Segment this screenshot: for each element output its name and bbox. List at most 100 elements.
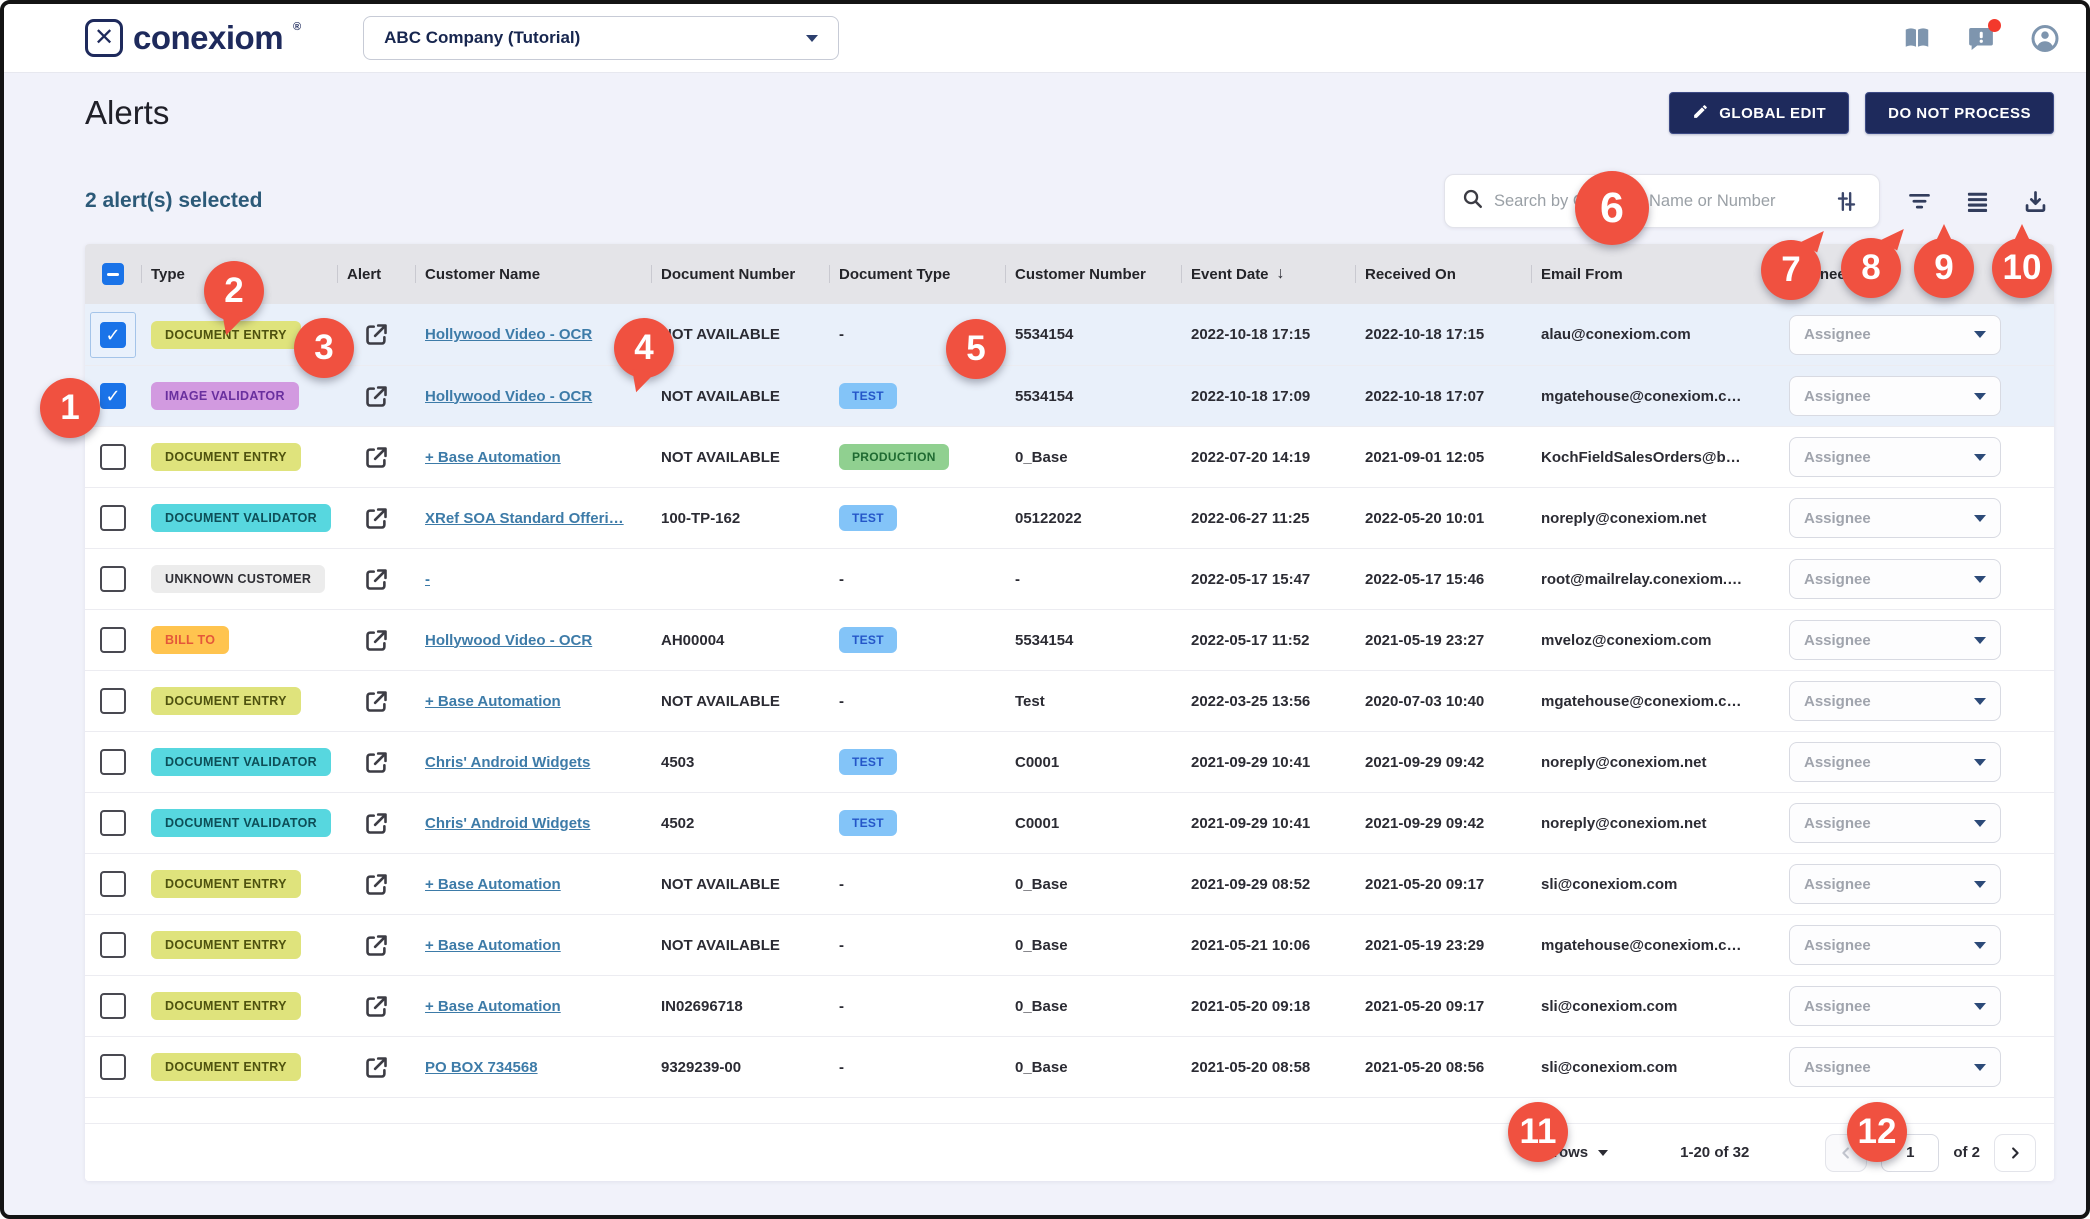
row-checkbox[interactable] [100,932,126,958]
chevron-down-icon [1598,1150,1608,1156]
type-cell: DOCUMENT ENTRY [141,992,337,1020]
open-alert-icon[interactable] [361,564,391,594]
open-alert-icon[interactable] [361,686,391,716]
global-edit-button[interactable]: GLOBAL EDIT [1669,92,1849,134]
column-header-email-from[interactable]: Email From [1531,266,1769,283]
column-header-document-number[interactable]: Document Number [651,266,829,283]
open-alert-icon[interactable] [361,930,391,960]
row-checkbox[interactable]: ✓ [100,383,126,409]
column-header-event-date[interactable]: Event Date↓ [1181,265,1355,283]
assignee-select[interactable]: Assignee [1789,986,2001,1026]
email-from-cell: noreply@conexiom.net [1531,510,1769,527]
row-checkbox[interactable] [100,993,126,1019]
filter-icon[interactable] [1900,182,1938,220]
column-header-document-type[interactable]: Document Type [829,266,1005,283]
alert-cell [337,869,415,899]
chevron-down-icon [1974,331,1986,338]
open-alert-icon[interactable] [361,442,391,472]
assignee-select[interactable]: Assignee [1789,742,2001,782]
table-row: DOCUMENT ENTRY+ Base AutomationNOT AVAIL… [85,914,2054,975]
feedback-notification-icon[interactable] [1966,23,1996,53]
document-type-badge: TEST [839,810,897,836]
sort-descending-icon[interactable]: ↓ [1277,265,1285,283]
assignee-select[interactable]: Assignee [1789,376,2001,416]
customer-link[interactable]: + Base Automation [425,693,561,710]
checkbox-cell [85,932,141,958]
checkbox-cell [85,871,141,897]
customer-link[interactable]: + Base Automation [425,876,561,893]
advanced-search-sliders-icon[interactable] [1827,182,1865,220]
download-icon[interactable] [2016,182,2054,220]
column-header-customer-number[interactable]: Customer Number [1005,266,1181,283]
open-alert-icon[interactable] [361,381,391,411]
search-input[interactable] [1494,192,1817,211]
open-alert-icon[interactable] [361,625,391,655]
account-icon[interactable] [2030,23,2060,53]
customer-link[interactable]: Hollywood Video - OCR [425,326,592,343]
notification-badge [1988,19,2001,32]
open-alert-icon[interactable] [361,1052,391,1082]
checkbox-cell [85,810,141,836]
assignee-placeholder: Assignee [1804,326,1871,343]
event-date-cell: 2021-09-29 10:41 [1181,815,1355,832]
assignee-select[interactable]: Assignee [1789,498,2001,538]
open-alert-icon[interactable] [361,503,391,533]
row-checkbox[interactable] [100,1054,126,1080]
customer-name-cell: + Base Automation [415,998,651,1015]
assignee-select[interactable]: Assignee [1789,864,2001,904]
assignee-select[interactable]: Assignee [1789,1047,2001,1087]
assignee-select[interactable]: Assignee [1789,315,2001,355]
received-on-cell: 2021-09-29 09:42 [1355,754,1531,771]
assignee-placeholder: Assignee [1804,754,1871,771]
next-page-button[interactable] [1994,1134,2036,1172]
customer-link[interactable]: Hollywood Video - OCR [425,632,592,649]
customer-link[interactable]: + Base Automation [425,998,561,1015]
open-alert-icon[interactable] [361,747,391,777]
row-checkbox[interactable] [100,749,126,775]
documentation-book-icon[interactable] [1902,23,1932,53]
assignee-select[interactable]: Assignee [1789,925,2001,965]
row-checkbox[interactable] [100,444,126,470]
email-from-cell: root@mailrelay.conexiom.… [1531,571,1769,588]
customer-link[interactable]: Chris' Android Widgets [425,815,590,832]
row-checkbox[interactable] [100,810,126,836]
column-header-received-on[interactable]: Received On [1355,266,1531,283]
row-density-icon[interactable] [1958,182,1996,220]
row-checkbox[interactable] [100,566,126,592]
customer-link[interactable]: PO BOX 734568 [425,1059,538,1076]
assignee-select[interactable]: Assignee [1789,559,2001,599]
document-type-cell: TEST [829,383,1005,409]
assignee-select[interactable]: Assignee [1789,620,2001,660]
document-number-cell: IN02696718 [651,998,829,1015]
assignee-placeholder: Assignee [1804,632,1871,649]
row-checkbox[interactable] [100,688,126,714]
document-number-cell: 9329239-00 [651,1059,829,1076]
column-header-alert[interactable]: Alert [337,266,415,283]
company-selector[interactable]: ABC Company (Tutorial) [363,16,839,60]
type-cell: DOCUMENT ENTRY [141,687,337,715]
customer-link[interactable]: + Base Automation [425,937,561,954]
open-alert-icon[interactable] [361,991,391,1021]
assignee-select[interactable]: Assignee [1789,437,2001,477]
customer-link[interactable]: Chris' Android Widgets [425,754,590,771]
assignee-select[interactable]: Assignee [1789,803,2001,843]
row-checkbox[interactable] [100,627,126,653]
row-checkbox[interactable] [100,505,126,531]
customer-link[interactable]: Hollywood Video - OCR [425,388,592,405]
email-from-cell: mveloz@conexiom.com [1531,632,1769,649]
row-checkbox[interactable] [100,871,126,897]
callout-5: 5 [946,319,1006,379]
select-all-checkbox[interactable] [102,263,124,285]
assignee-select[interactable]: Assignee [1789,681,2001,721]
customer-link[interactable]: - [425,571,430,588]
column-header-customer-name[interactable]: Customer Name [415,266,651,283]
type-badge: DOCUMENT ENTRY [151,1053,301,1081]
customer-link[interactable]: + Base Automation [425,449,561,466]
open-alert-icon[interactable] [361,320,391,350]
row-checkbox[interactable]: ✓ [100,322,126,348]
open-alert-icon[interactable] [361,808,391,838]
checkbox-cell [85,1054,141,1080]
open-alert-icon[interactable] [361,869,391,899]
customer-link[interactable]: XRef SOA Standard Offeri… [425,510,624,527]
do-not-process-button[interactable]: DO NOT PROCESS [1865,92,2054,134]
